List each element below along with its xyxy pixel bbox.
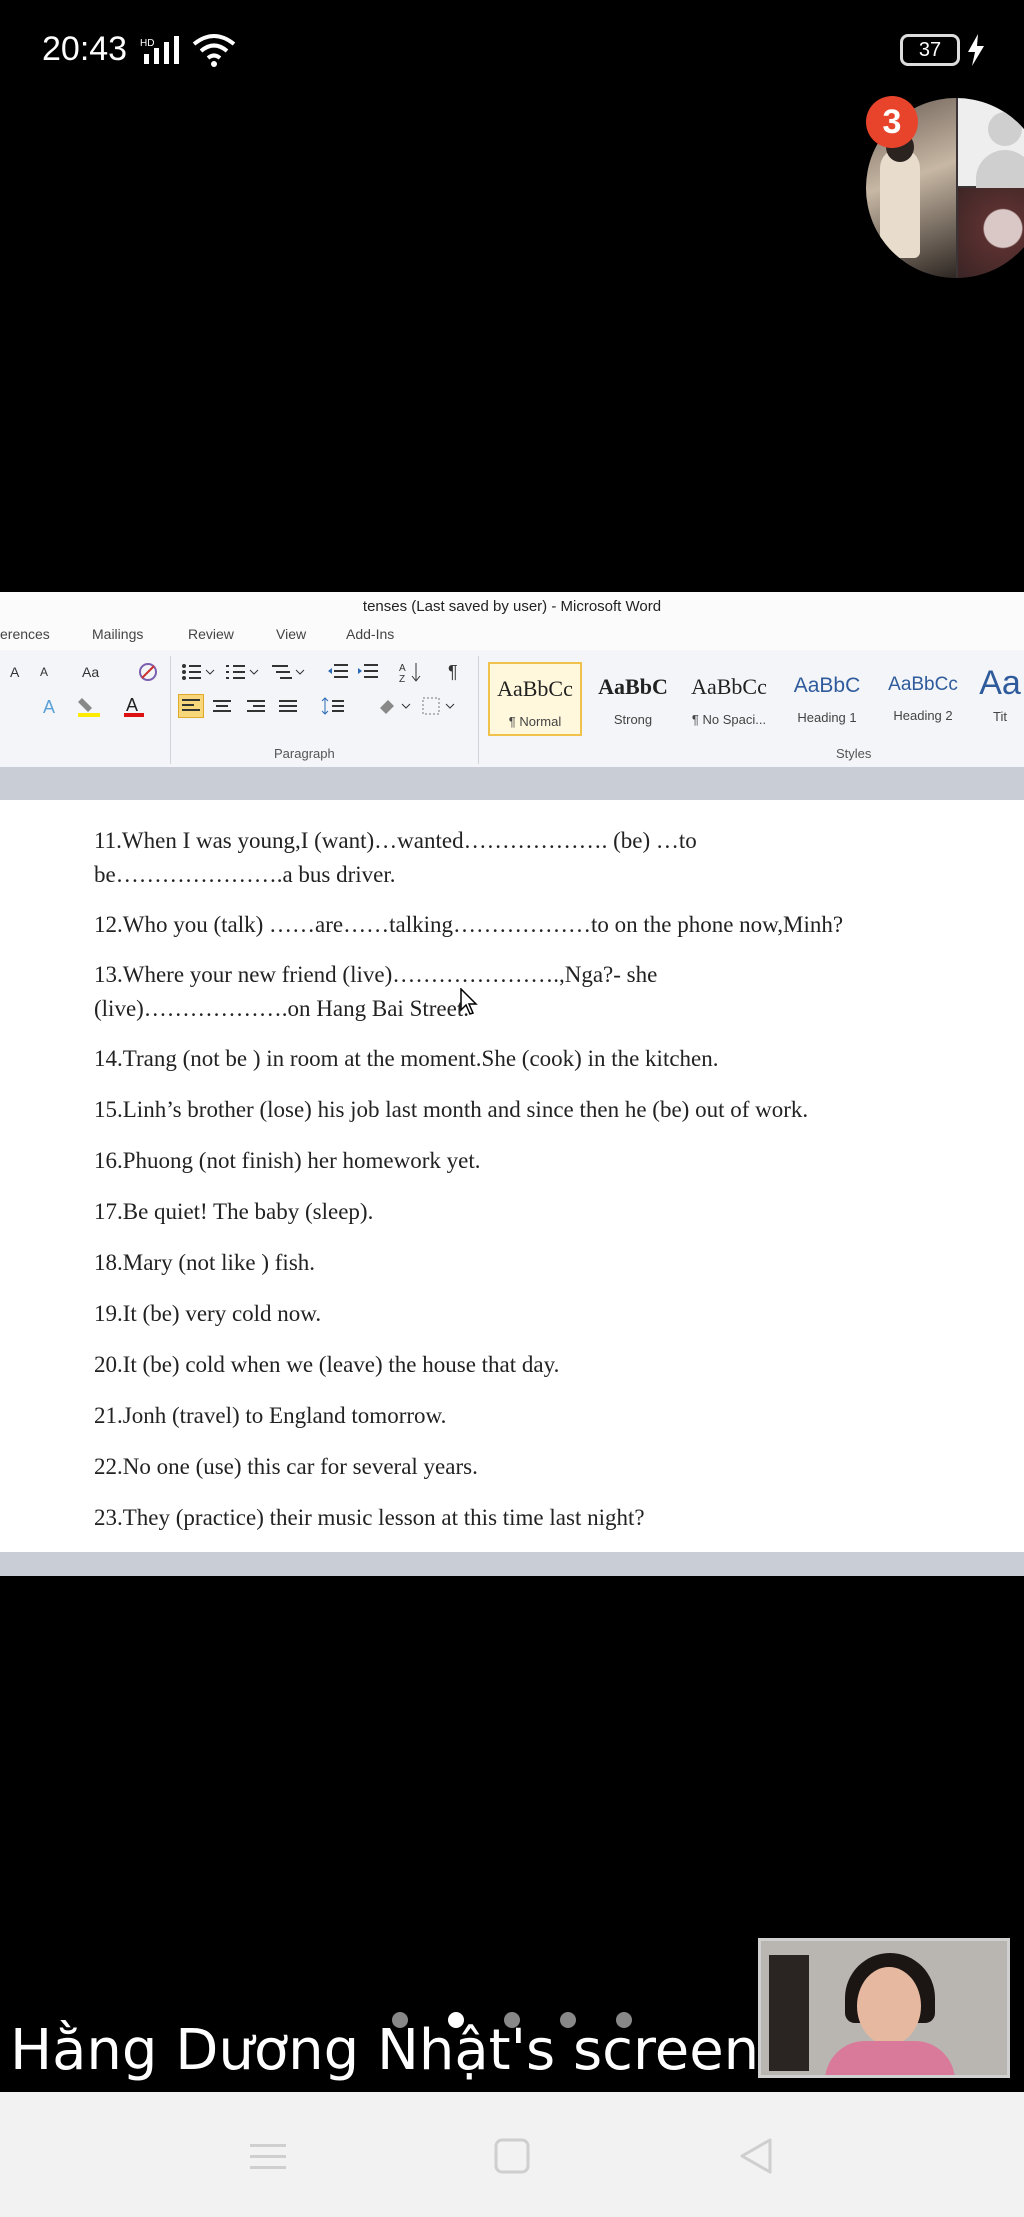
participant-video	[958, 188, 1024, 278]
mouse-pointer-icon	[460, 988, 478, 1015]
exercise-line: 19.It (be) very cold now.	[94, 1301, 322, 1326]
ribbon: A A Aa A A A Z ¶ Paragraph AaBbCc ¶ Norm…	[0, 650, 1024, 768]
status-bar: 20:43 HD 37	[0, 0, 1024, 100]
multilevel-list-icon[interactable]	[270, 660, 306, 684]
svg-text:A: A	[399, 663, 406, 674]
presenter-video[interactable]	[758, 1938, 1010, 2078]
wifi-icon	[192, 34, 236, 67]
navigation-bar	[0, 2092, 1024, 2217]
ribbon-tabs: erences Mailings Review View Add-Ins	[0, 622, 1024, 650]
tab-mailings[interactable]: Mailings	[92, 626, 143, 642]
ruler	[0, 768, 1024, 800]
exercise-line: 14.Trang (not be ) in room at the moment…	[94, 1046, 719, 1071]
tab-review[interactable]: Review	[188, 626, 234, 642]
exercise-line: be………………….a bus driver.	[94, 862, 396, 887]
home-square-icon[interactable]	[490, 2136, 534, 2176]
horizontal-scrollbar[interactable]	[0, 1552, 1024, 1576]
tab-add-ins[interactable]: Add-Ins	[346, 626, 394, 642]
exercise-line: 23.They (practice) their music lesson at…	[94, 1505, 645, 1530]
borders-icon[interactable]	[420, 694, 456, 718]
ribbon-separator	[170, 656, 171, 764]
align-center-icon[interactable]	[210, 694, 234, 718]
participant-body	[880, 148, 920, 258]
back-triangle-icon[interactable]	[734, 2136, 778, 2176]
style-heading-1[interactable]: AaBbC Heading 1	[780, 662, 874, 736]
exercise-line: 21.Jonh (travel) to England tomorrow.	[94, 1403, 447, 1428]
exercise-line: 16.Phuong (not finish) her homework yet.	[94, 1148, 481, 1173]
signal-icon: HD	[140, 36, 179, 64]
presenter-body	[825, 2041, 955, 2075]
font-color-icon[interactable]: A	[122, 694, 150, 718]
tab-view[interactable]: View	[276, 626, 306, 642]
exercise-line: 15.Linh’s brother (lose) his job last mo…	[94, 1097, 809, 1122]
text-effects-icon[interactable]: A	[40, 694, 64, 718]
shared-screen[interactable]: tenses (Last saved by user) - Microsoft …	[0, 592, 1024, 1576]
menu-icon[interactable]	[246, 2136, 290, 2176]
style-title[interactable]: Aa Tit	[976, 662, 1024, 736]
align-right-icon[interactable]	[244, 694, 268, 718]
align-left-icon	[182, 699, 200, 711]
svg-text:HD: HD	[140, 38, 154, 49]
exercise-line: 22.No one (use) this car for several yea…	[94, 1454, 478, 1479]
battery-icon: 37	[900, 34, 960, 66]
bullets-icon[interactable]	[180, 660, 216, 684]
style-strong[interactable]: AaBbC Strong	[586, 662, 680, 736]
align-left-button[interactable]	[178, 694, 204, 718]
grow-font-button[interactable]: A	[10, 660, 19, 684]
styles-group-label: Styles	[836, 746, 872, 761]
sort-icon[interactable]: A Z	[398, 660, 424, 684]
numbering-icon[interactable]	[224, 660, 260, 684]
increase-indent-icon[interactable]	[356, 660, 380, 684]
exercise-line: 13.Where your new friend (live)………………….,…	[94, 962, 658, 987]
exercise-line: (live)……………….on Hang Bai Street.	[94, 996, 469, 1021]
line-spacing-icon[interactable]	[320, 694, 354, 718]
status-time: 20:43	[42, 30, 128, 68]
clear-formatting-icon[interactable]	[136, 660, 160, 684]
decrease-indent-icon[interactable]	[326, 660, 350, 684]
exercise-line: 12.Who you (talk) ……are……talking………………to…	[94, 912, 844, 937]
charging-icon	[968, 34, 984, 66]
justify-icon[interactable]	[276, 694, 300, 718]
shrink-font-button[interactable]: A	[40, 660, 48, 684]
presenter-face	[857, 1967, 921, 2045]
document-page[interactable]: 11.When I was young,I (want)…wanted………………	[0, 800, 1024, 1552]
highlight-color-icon[interactable]	[76, 694, 104, 718]
exercise-line: 18.Mary (not like ) fish.	[94, 1250, 316, 1275]
paragraph-group-label: Paragraph	[274, 746, 335, 761]
ribbon-separator	[478, 656, 479, 764]
screen-share-label: Hằng Dương Nhật's screen	[10, 2018, 760, 2083]
style-normal[interactable]: AaBbCc ¶ Normal	[488, 662, 582, 736]
svg-text:A: A	[43, 697, 55, 717]
avatar-body	[976, 150, 1024, 190]
svg-text:Z: Z	[399, 674, 405, 684]
participant-count-badge: 3	[866, 96, 918, 148]
exercise-line: 17.Be quiet! The baby (sleep).	[94, 1199, 374, 1224]
exercise-line: 20.It (be) cold when we (leave) the hous…	[94, 1352, 560, 1377]
style-heading-2[interactable]: AaBbCc Heading 2	[876, 662, 970, 736]
background-shelf	[769, 1955, 809, 2071]
change-case-button[interactable]: Aa	[82, 660, 99, 684]
svg-text:A: A	[126, 695, 138, 715]
show-marks-button[interactable]: ¶	[448, 660, 458, 684]
participant-avatar-placeholder	[958, 98, 1024, 190]
tab-references[interactable]: erences	[0, 626, 50, 642]
style-no-spacing[interactable]: AaBbCc ¶ No Spaci...	[682, 662, 776, 736]
window-title: tenses (Last saved by user) - Microsoft …	[0, 592, 1024, 622]
avatar-head	[988, 112, 1022, 146]
exercise-line: 11.When I was young,I (want)…wanted………………	[94, 828, 697, 853]
shading-icon[interactable]	[376, 694, 412, 718]
